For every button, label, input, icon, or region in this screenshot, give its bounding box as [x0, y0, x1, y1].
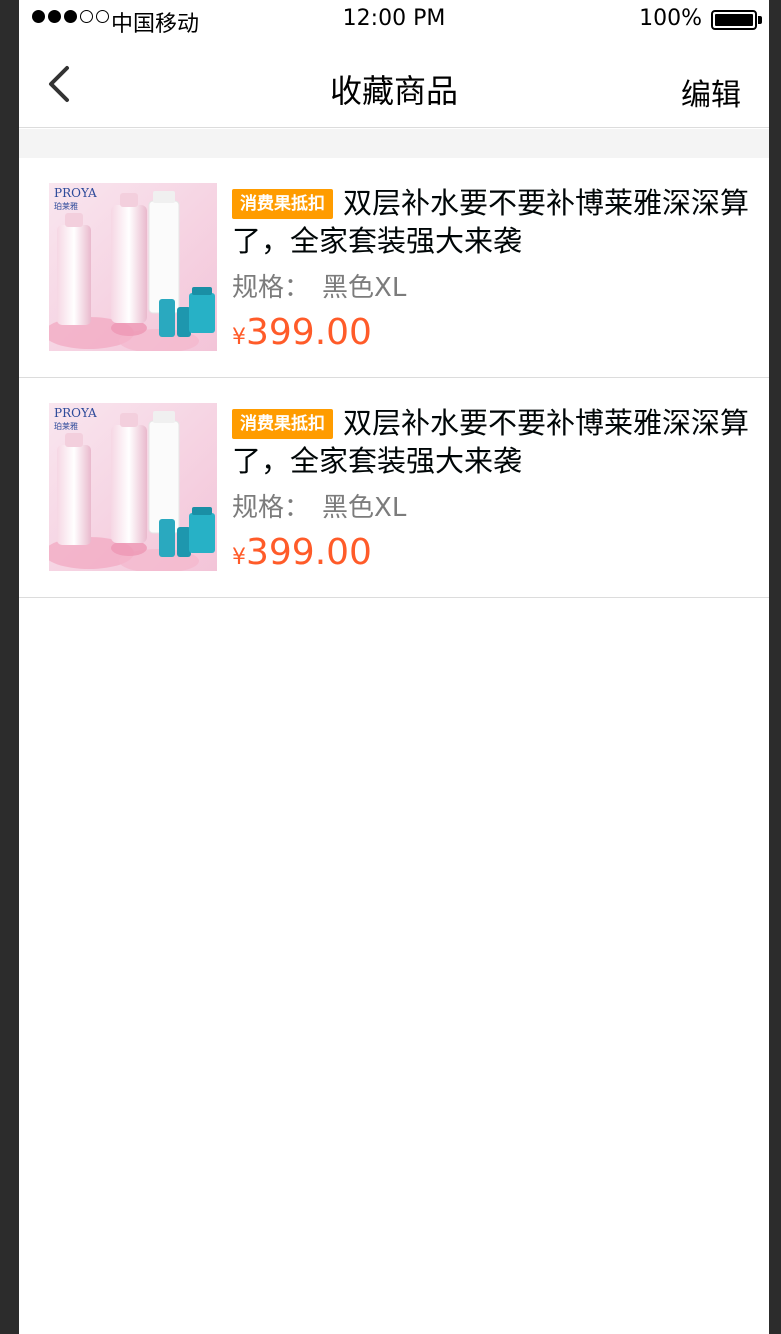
battery-icon: [711, 10, 757, 30]
favorites-list: PROYA 珀莱雅 消费果抵扣 双层补水要不要补博莱雅深深算了，全家套装强大来袭 …: [19, 158, 769, 598]
battery-percentage: 100%: [639, 6, 702, 31]
phone-screen: 中国移动 12:00 PM 100% 收藏商品 编辑 PROYA 珀莱雅 消费果…: [19, 0, 769, 1334]
favorite-item[interactable]: PROYA 珀莱雅 消费果抵扣 双层补水要不要补博莱雅深深算了，全家套装强大来袭 …: [19, 158, 769, 378]
currency-symbol: ¥: [232, 545, 246, 570]
edit-button[interactable]: 编辑: [681, 70, 741, 114]
brand-logo-cn: 珀莱雅: [54, 201, 78, 211]
product-spec: 规格： 黑色XL: [232, 267, 752, 304]
product-price: ¥399.00: [232, 312, 752, 353]
spec-value: 黑色XL: [322, 273, 407, 303]
product-info: 消费果抵扣 双层补水要不要补博莱雅深深算了，全家套装强大来袭 规格： 黑色XL ¥3…: [232, 184, 752, 353]
discount-tag: 消费果抵扣: [232, 409, 333, 439]
spec-label: 规格：: [232, 273, 311, 303]
favorite-item[interactable]: PROYA 珀莱雅 消费果抵扣 双层补水要不要补博莱雅深深算了，全家套装强大来袭 …: [19, 378, 769, 598]
product-image[interactable]: PROYA 珀莱雅: [49, 403, 217, 571]
product-title[interactable]: 消费果抵扣 双层补水要不要补博莱雅深深算了，全家套装强大来袭: [232, 184, 752, 260]
brand-logo-cn: 珀莱雅: [54, 421, 78, 431]
product-title[interactable]: 消费果抵扣 双层补水要不要补博莱雅深深算了，全家套装强大来袭: [232, 404, 752, 480]
page-title: 收藏商品: [329, 72, 458, 110]
product-price: ¥399.00: [232, 532, 752, 573]
brand-logo-text: PROYA: [54, 406, 97, 420]
product-image[interactable]: PROYA 珀莱雅: [49, 183, 217, 351]
spec-label: 规格：: [232, 493, 311, 523]
price-value: 399.00: [246, 312, 372, 353]
product-info: 消费果抵扣 双层补水要不要补博莱雅深深算了，全家套装强大来袭 规格： 黑色XL ¥3…: [232, 404, 752, 573]
status-bar: 中国移动 12:00 PM 100%: [19, 0, 769, 40]
section-spacer: [19, 129, 769, 158]
product-spec: 规格： 黑色XL: [232, 487, 752, 524]
discount-tag: 消费果抵扣: [232, 189, 333, 219]
price-value: 399.00: [246, 532, 372, 573]
battery-cap: [758, 16, 762, 24]
brand-logo-text: PROYA: [54, 186, 97, 200]
navigation-bar: 收藏商品 编辑: [19, 40, 769, 128]
spec-value: 黑色XL: [322, 493, 407, 523]
currency-symbol: ¥: [232, 325, 246, 350]
